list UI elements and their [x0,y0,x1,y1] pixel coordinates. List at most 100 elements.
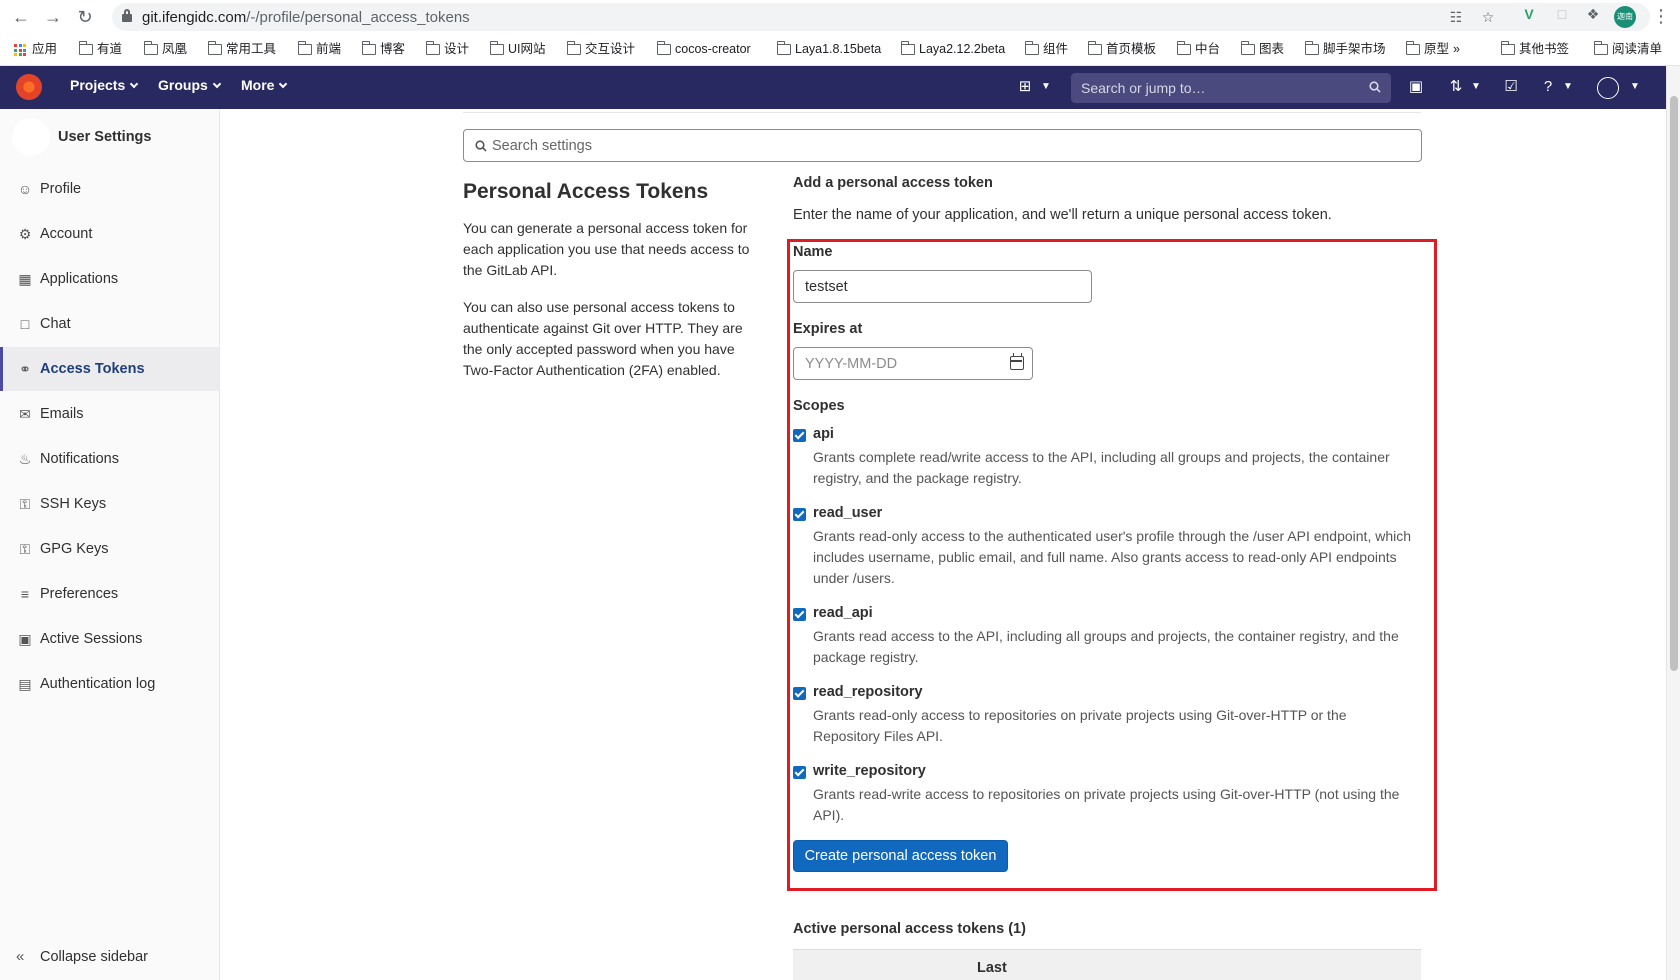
column-header-last: Last [977,960,1007,976]
applications-icon: ▦ [18,271,32,287]
scope-checkbox[interactable] [793,608,806,621]
back-arrow-icon[interactable]: ← [9,5,33,29]
scope-checkbox[interactable] [793,429,806,442]
sidebar-item-access-tokens[interactable]: ⚭ Access Tokens [0,347,219,391]
bookmark-folder[interactable]: 组件 [1021,39,1068,59]
chevron-down-icon[interactable]: ▼ [1625,77,1645,97]
bookmark-folder[interactable]: UI网站 [486,39,546,59]
bookmark-folder[interactable]: 前端 [294,39,341,59]
scope-checkbox[interactable] [793,508,806,521]
folder-icon [297,41,312,55]
bookmark-folder[interactable]: 其他书签 [1497,39,1569,59]
bookmark-folder[interactable]: 常用工具 [204,39,276,59]
new-item-icon[interactable]: ⊞ [1015,77,1035,97]
bookmark-folder[interactable]: 图表 [1237,39,1284,59]
issues-icon[interactable]: ▣ [1406,77,1426,97]
bookmark-folder[interactable]: 原型 [1402,39,1449,59]
lock-icon [122,9,132,22]
profile-avatar[interactable]: 迦南 [1614,6,1636,28]
folder-icon [78,41,93,55]
double-chevron-left-icon: « [16,948,25,965]
merge-requests-icon[interactable]: ⇅ [1446,77,1466,97]
bookmark-folder[interactable]: Laya2.12.2beta [897,39,1005,59]
bookmark-folder[interactable]: cocos-creator [653,39,751,59]
scope-checkbox[interactable] [793,687,806,700]
sidebar-item-ssh-keys[interactable]: ⚿ SSH Keys [0,482,219,526]
sidebar-item-chat[interactable]: □ Chat [0,302,219,346]
settings-sidebar: User Settings ☺ Profile ⚙ Account ▦ Applica… [0,109,220,980]
sidebar-item-authentication-log[interactable]: ▤ Authentication log [0,662,219,706]
bookmark-folder[interactable]: 凤凰 [140,39,187,59]
gitlab-logo-icon[interactable] [16,74,42,100]
vue-extension-icon[interactable]: V [1520,5,1538,23]
extension-placeholder-icon[interactable]: □ [1553,5,1571,23]
global-search-input[interactable]: Search or jump to… [1071,73,1391,103]
bookmark-folder[interactable]: 设计 [422,39,469,59]
reload-icon[interactable]: ↻ [73,5,97,29]
profile-icon: ☺ [17,181,33,197]
sidebar-item-gpg-keys[interactable]: ⚿ GPG Keys [0,527,219,571]
scrollbar-thumb[interactable] [1670,96,1678,671]
folder-icon [566,41,581,55]
folder-icon [1304,41,1319,55]
description-paragraph: You can generate a personal access token… [463,220,750,278]
nav-more[interactable]: More [241,77,288,93]
search-icon [1369,81,1381,93]
bell-icon: ♨ [18,451,32,467]
sidebar-item-notifications[interactable]: ♨ Notifications [0,437,219,481]
chat-icon: □ [20,316,30,332]
bookmark-folder[interactable]: 首页模板 [1084,39,1156,59]
folder-icon [900,41,915,55]
bookmark-folder[interactable]: 博客 [358,39,405,59]
kebab-menu-icon[interactable]: ⋮ [1652,5,1670,27]
settings-search-input[interactable]: Search settings [463,129,1422,162]
bookmark-folder[interactable]: 中台 [1173,39,1220,59]
address-bar[interactable]: git.ifengidc.com/-/profile/personal_acce… [112,3,1650,31]
monitor-icon: ▣ [18,631,32,647]
bookmark-folder[interactable]: 交互设计 [563,39,635,59]
help-icon[interactable]: ? [1538,77,1558,97]
browser-chrome: ← → ↻ git.ifengidc.com/-/profile/persona… [0,0,1680,66]
puzzle-extensions-icon[interactable]: ❖ [1584,5,1602,23]
calendar-icon[interactable] [1010,353,1024,370]
folder-icon [361,41,376,55]
sidebar-item-emails[interactable]: ✉ Emails [0,392,219,436]
expires-label: Expires at [793,321,863,337]
sidebar-item-profile[interactable]: ☺ Profile [0,167,219,211]
token-name-field[interactable]: testset [793,270,1092,303]
sidebar-item-preferences[interactable]: ≡ Preferences [0,572,219,616]
folder-icon [1500,41,1515,55]
name-label: Name [793,244,833,260]
apps-grid-icon [14,44,26,56]
user-avatar[interactable] [1597,77,1619,99]
url-text: git.ifengidc.com/-/profile/personal_acce… [142,9,470,26]
sidebar-item-account[interactable]: ⚙ Account [0,212,219,256]
forward-arrow-icon[interactable]: → [41,5,65,29]
scopes-label: Scopes [793,398,845,414]
expires-at-field[interactable]: YYYY-MM-DD [793,347,1033,380]
bookmark-folder[interactable]: 脚手架市场 [1301,39,1386,59]
scope-checkbox[interactable] [793,766,806,779]
log-icon: ▤ [18,676,32,692]
nav-groups[interactable]: Groups [158,77,222,93]
bookmark-folder[interactable]: Laya1.8.15beta [773,39,881,59]
create-token-button[interactable]: Create personal access token [793,840,1008,872]
bookmark-folder[interactable]: 有道 [75,39,122,59]
chevron-down-icon[interactable]: ▼ [1558,77,1578,97]
sidebar-item-active-sessions[interactable]: ▣ Active Sessions [0,617,219,661]
tokens-table-header: Last [793,949,1421,980]
sidebar-item-applications[interactable]: ▦ Applications [0,257,219,301]
avatar [12,118,50,156]
nav-projects[interactable]: Projects [70,77,139,93]
todos-icon[interactable]: ☑ [1501,77,1521,97]
chevron-down-icon[interactable]: ▼ [1036,77,1056,97]
chevron-down-icon[interactable]: ▼ [1466,77,1486,97]
bookmark-apps[interactable]: 应用 [10,39,57,59]
collapse-sidebar-button[interactable]: «Collapse sidebar [0,937,219,977]
bookmarks-overflow[interactable]: » [1453,39,1460,59]
translate-icon[interactable]: ☷ [1447,8,1465,26]
key-icon: ⚿ [19,541,31,557]
star-icon[interactable]: ☆ [1479,8,1497,26]
page-scrollbar[interactable] [1666,66,1680,980]
reading-list[interactable]: 阅读清单 [1590,39,1662,59]
